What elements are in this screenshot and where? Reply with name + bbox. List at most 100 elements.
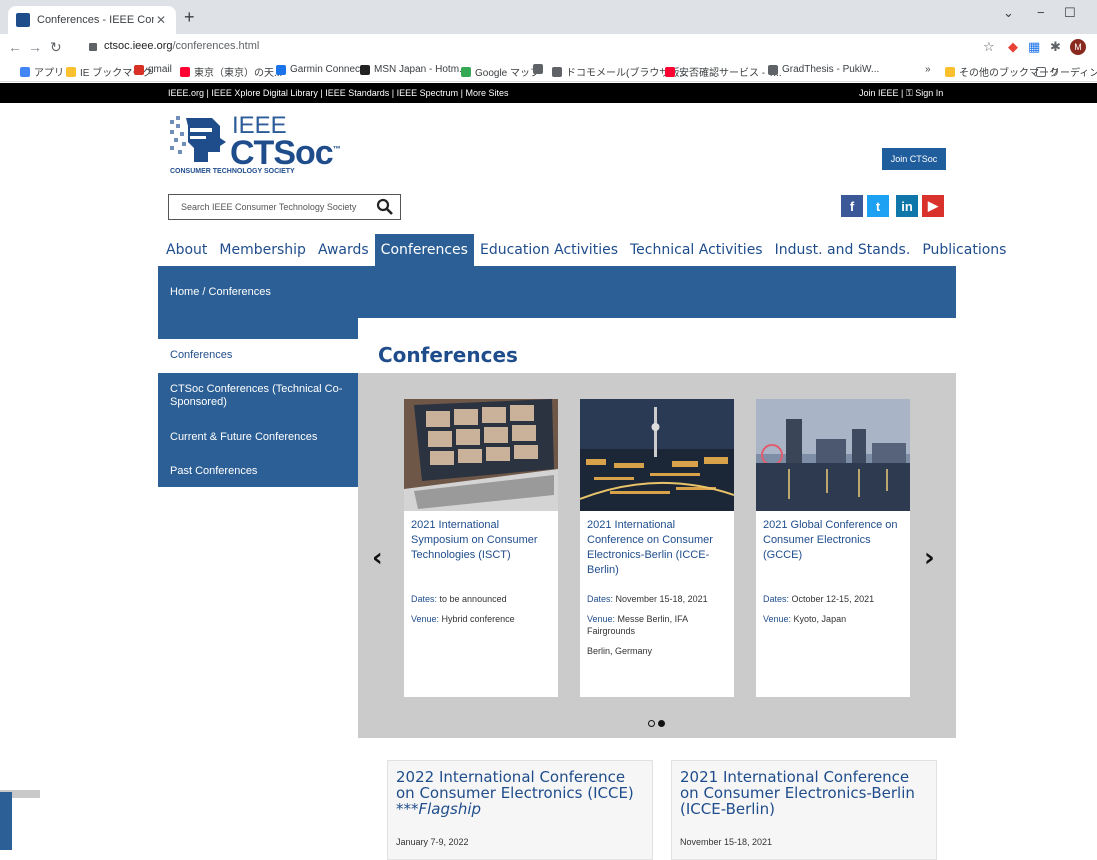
bookmark-favicon-icon <box>552 66 562 77</box>
dates-label: Dates: <box>587 594 614 604</box>
conference-card-icce-berlin[interactable]: 2021 International Conference on Consume… <box>580 399 734 697</box>
reading-list-icon <box>1036 66 1046 77</box>
bookmark-item[interactable]: gmail <box>134 64 172 75</box>
join-ctsoc-button[interactable]: Join CTSoc <box>882 148 946 170</box>
nav-item-publications[interactable]: Publications <box>916 234 1012 266</box>
bookmarks-more-icon[interactable]: » <box>925 64 931 75</box>
carousel-pagination <box>648 720 665 727</box>
sidebar-item-current-future[interactable]: Current & Future Conferences <box>170 431 356 444</box>
carousel-next-icon[interactable]: › <box>924 543 935 573</box>
sidebar-menu: CTSoc Conferences (Technical Co-Sponsore… <box>158 373 358 487</box>
reading-list[interactable]: リーディング リス <box>1036 64 1097 79</box>
back-icon[interactable]: ← <box>8 38 22 56</box>
puzzle-icon[interactable]: ✱ <box>1050 39 1061 55</box>
ieee-site-links[interactable]: IEEE.org | IEEE Xplore Digital Library |… <box>168 88 509 98</box>
card-title[interactable]: 2021 International Symposium on Consumer… <box>411 518 555 563</box>
venue-label: Venue: <box>587 614 616 624</box>
venue-value: Kyoto, Japan <box>793 614 847 624</box>
dates-value: November 15-18, 2021 <box>615 594 708 604</box>
linkedin-icon[interactable]: in <box>896 195 918 217</box>
featured-title[interactable]: 2022 International Conference on Consume… <box>396 769 646 817</box>
bookmark-favicon-icon <box>276 64 286 75</box>
bookmark-favicon-icon <box>461 66 471 77</box>
bookmark-item[interactable]: MSN Japan - Hotm... <box>360 64 467 75</box>
featured-title[interactable]: 2021 International Conference on Consume… <box>680 769 930 817</box>
ctsoc-logo[interactable]: IEEE CTSoc™ CONSUMER TECHNOLOGY SOCIETY <box>168 110 358 178</box>
breadcrumb-home[interactable]: Home <box>170 286 199 298</box>
bookmark-item[interactable]: 東京（東京）の天... <box>180 64 282 79</box>
carousel-dot[interactable] <box>658 720 665 727</box>
card-dates: Dates: October 12-15, 2021 <box>763 593 907 605</box>
lock-icon <box>89 43 97 51</box>
bookmark-item[interactable]: 安否確認サービス - Y... <box>665 64 782 79</box>
nav-item-technical-activities[interactable]: Technical Activities <box>624 234 769 266</box>
url-path: /conferences.html <box>172 40 260 52</box>
venue-value: Hybrid conference <box>441 614 515 624</box>
bookmark-label: gmail <box>148 64 172 75</box>
nav-item-education-activities[interactable]: Education Activities <box>474 234 624 266</box>
sidebar-item-ctsoc-conferences[interactable]: CTSoc Conferences (Technical Co-Sponsore… <box>170 383 356 409</box>
bookmark-favicon-icon <box>66 66 76 77</box>
card-dates: Dates: to be announced <box>411 593 555 605</box>
breadcrumb: Home / Conferences <box>170 286 271 298</box>
breadcrumb-separator: / <box>202 286 206 298</box>
conference-card-gcce[interactable]: 2021 Global Conference on Consumer Elect… <box>756 399 910 697</box>
carousel-prev-icon[interactable]: ‹ <box>372 543 383 573</box>
nav-item-conferences[interactable]: Conferences <box>374 234 474 266</box>
card-venue: Venue: Hybrid conference <box>411 613 555 625</box>
bookmark-label: アプリ <box>34 68 64 79</box>
bookmark-item[interactable]: Google マップ <box>461 64 540 79</box>
new-tab-icon[interactable]: + <box>184 8 195 26</box>
sidebar-item-conferences[interactable]: Conferences <box>160 339 358 373</box>
star-icon[interactable]: ☆ <box>983 39 995 55</box>
forward-icon[interactable]: → <box>28 38 42 56</box>
chevron-down-icon[interactable]: ⌄ <box>1003 5 1014 21</box>
twitter-icon[interactable]: t <box>867 195 889 217</box>
ieee-account-links[interactable]: Join IEEE | ⚿ Sign In <box>859 88 943 99</box>
bookmark-item[interactable]: アプリ <box>20 64 64 79</box>
carousel-dot[interactable] <box>648 720 655 727</box>
browser-toolbar: ← → ↻ ctsoc.ieee.org/conferences.html ☆ … <box>0 34 1097 60</box>
sidebar-item-past[interactable]: Past Conferences <box>170 465 356 478</box>
extension-icon[interactable]: ◆ <box>1008 39 1018 55</box>
bookmark-label: Google マップ <box>475 68 541 79</box>
berlin-night-photo <box>580 399 734 511</box>
search-input[interactable] <box>169 196 369 218</box>
featured-title-text: 2022 International Conference on Consume… <box>396 768 634 802</box>
nav-item-awards[interactable]: Awards <box>312 234 375 266</box>
main-nav: About Membership Awards Conferences Educatio… <box>160 234 1012 266</box>
avatar[interactable]: M <box>1070 39 1086 55</box>
extension-icon[interactable]: ▦ <box>1028 39 1040 55</box>
search-icon[interactable] <box>376 198 394 216</box>
video-conference-photo <box>404 399 558 511</box>
card-title[interactable]: 2021 International Conference on Consume… <box>587 518 731 578</box>
bookmark-item[interactable]: Garmin Connect <box>276 64 363 75</box>
logo-subtitle: CONSUMER TECHNOLOGY SOCIETY <box>170 168 295 175</box>
nav-item-indust-and-stands[interactable]: Indust. and Stands. <box>769 234 917 266</box>
bookmark-favicon-icon <box>768 64 778 75</box>
featured-conference-icce-berlin[interactable]: 2021 International Conference on Consume… <box>671 760 937 860</box>
close-icon[interactable]: ✕ <box>154 13 168 27</box>
card-title[interactable]: 2021 Global Conference on Consumer Elect… <box>763 518 907 563</box>
conference-card-isct[interactable]: 2021 International Symposium on Consumer… <box>404 399 558 697</box>
address-bar[interactable]: ctsoc.ieee.org/conferences.html <box>104 40 259 52</box>
featured-date: January 7-9, 2022 <box>396 837 469 847</box>
youtube-icon[interactable]: ▶ <box>922 195 944 217</box>
browser-tabstrip: Conferences - IEEE Consumer Te ✕ + ⌄ − ☐ <box>0 0 1097 34</box>
featured-conference-icce[interactable]: 2022 International Conference on Consume… <box>387 760 653 860</box>
maximize-icon[interactable]: ☐ <box>1064 5 1076 21</box>
bookmark-label: Garmin Connect <box>290 64 363 75</box>
facebook-icon[interactable]: f <box>841 195 863 217</box>
minimize-icon[interactable]: − <box>1037 5 1045 20</box>
sidebar-tab-decoration <box>158 318 358 339</box>
reload-icon[interactable]: ↻ <box>50 38 62 56</box>
tab-title: Conferences - IEEE Consumer Te <box>37 14 154 26</box>
logo-tm: ™ <box>332 144 341 154</box>
bookmark-favicon-icon <box>665 66 675 77</box>
nav-item-membership[interactable]: Membership <box>213 234 312 266</box>
nav-item-about[interactable]: About <box>160 234 213 266</box>
bookmark-item[interactable]: GradThesis - PukiW... <box>768 64 879 75</box>
logo-ctsoc-name: CTSoc <box>230 134 334 172</box>
bookmark-item[interactable] <box>533 64 547 74</box>
browser-tab[interactable]: Conferences - IEEE Consumer Te ✕ <box>8 6 176 34</box>
